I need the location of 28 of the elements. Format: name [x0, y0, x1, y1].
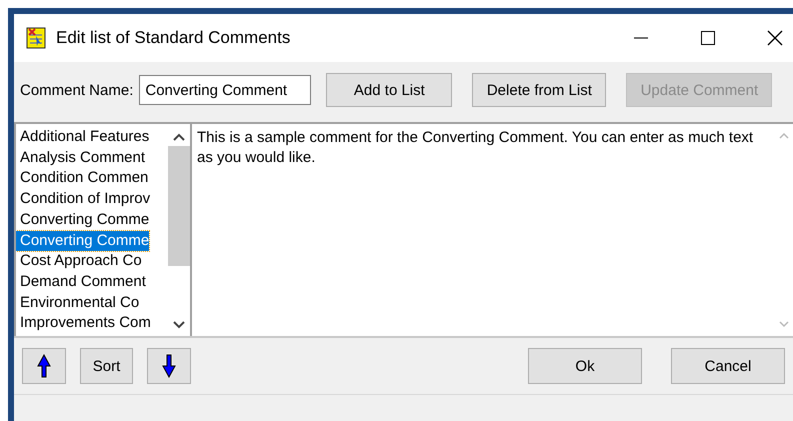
- comment-name-label: Comment Name:: [20, 82, 134, 98]
- list-item[interactable]: Converting Comme: [16, 230, 150, 252]
- ok-button[interactable]: Ok: [528, 348, 642, 384]
- toolbar-button[interactable]: Add to List: [326, 73, 452, 107]
- move-down-button[interactable]: [147, 348, 191, 384]
- list-item[interactable]: Environmental Co: [16, 292, 140, 314]
- window-title: Edit list of Standard Comments: [56, 28, 292, 48]
- comment-name-field[interactable]: Converting Comment: [139, 75, 312, 105]
- maximize-icon[interactable]: [700, 30, 716, 46]
- scrollbar-thumb[interactable]: [168, 146, 190, 266]
- close-icon[interactable]: [767, 30, 783, 46]
- list-item[interactable]: Additional Features: [16, 127, 150, 148]
- toolbar-button[interactable]: Delete from List: [472, 73, 606, 107]
- cancel-button[interactable]: Cancel: [671, 348, 785, 384]
- scroll-up-icon[interactable]: [173, 132, 185, 142]
- scroll-down-icon[interactable]: [173, 320, 185, 330]
- list-item[interactable]: Analysis Comment: [16, 148, 146, 168]
- list-item[interactable]: Condition Commen: [16, 168, 148, 190]
- down-arrow-icon: [162, 354, 176, 378]
- list-item[interactable]: Improvements Com: [16, 313, 151, 334]
- list-item[interactable]: Demand Comment: [16, 272, 146, 293]
- list-item[interactable]: Condition of Improv: [16, 189, 150, 210]
- sort-button[interactable]: Sort: [80, 348, 133, 384]
- list-item[interactable]: Cost Approach Co: [16, 251, 142, 272]
- move-up-button[interactable]: [22, 348, 66, 384]
- app-icon: [24, 26, 48, 50]
- up-arrow-icon: [37, 354, 51, 378]
- list-item[interactable]: Converting Comme: [16, 210, 150, 231]
